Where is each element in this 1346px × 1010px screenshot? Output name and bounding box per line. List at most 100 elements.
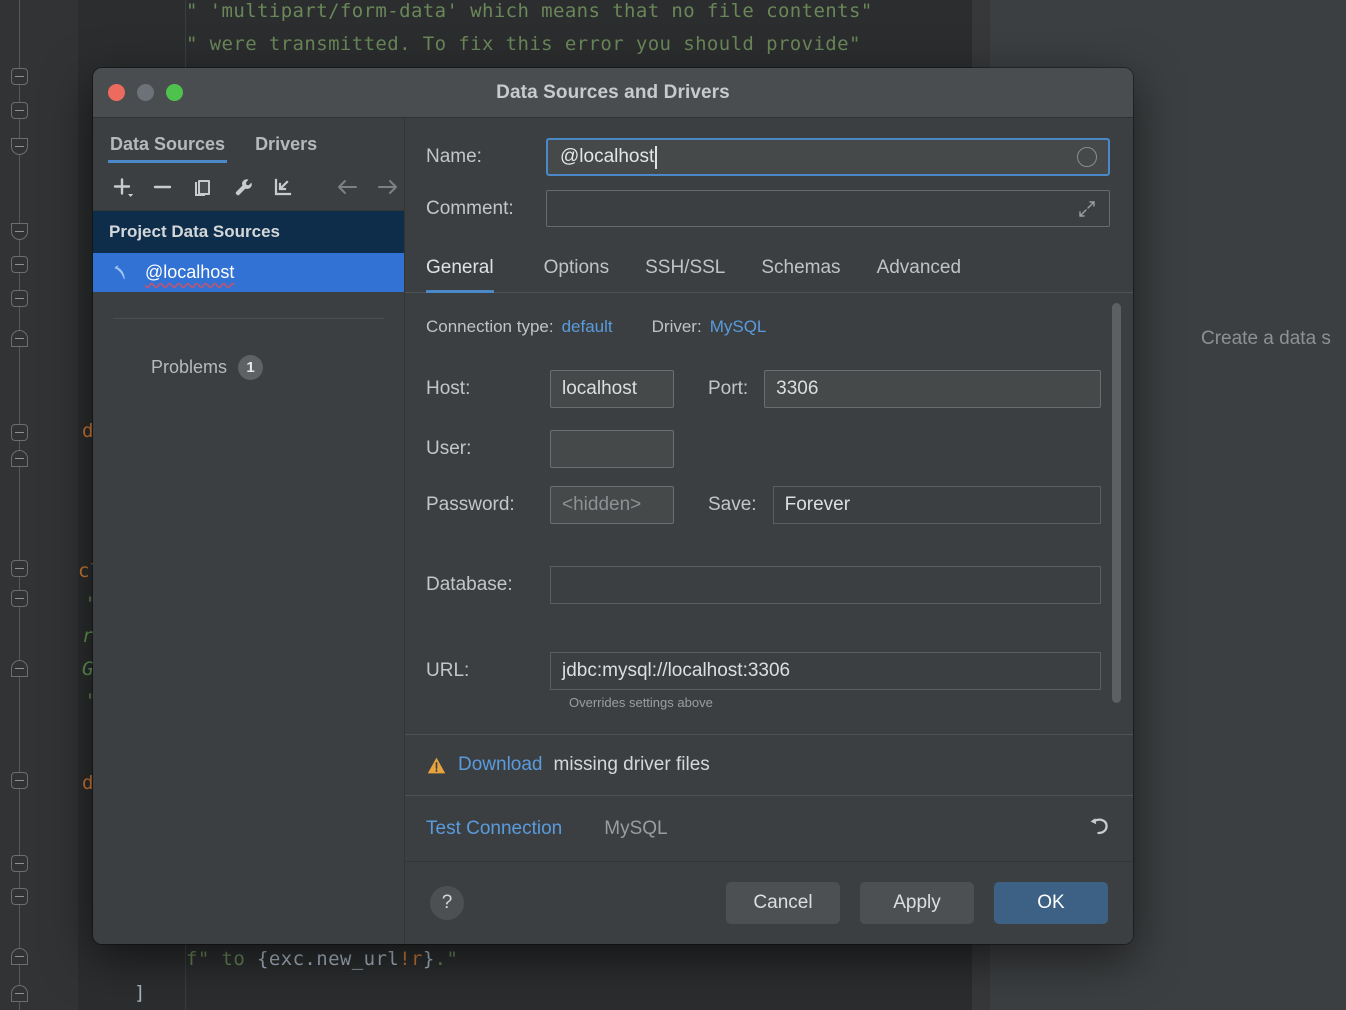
code-fold-marker[interactable]	[11, 560, 28, 577]
host-input[interactable]: localhost	[550, 370, 674, 408]
name-input[interactable]: @localhost	[546, 138, 1110, 176]
data-sources-dialog[interactable]: Data Sources and Drivers Data Sources Dr…	[93, 68, 1133, 944]
database-input[interactable]	[550, 566, 1101, 604]
mysql-dolphin-icon	[114, 265, 125, 280]
tab-options[interactable]: Options	[526, 251, 627, 292]
tab-data-sources[interactable]: Data Sources	[107, 134, 228, 163]
save-select[interactable]: Forever	[772, 486, 1101, 524]
user-label: User:	[426, 438, 472, 459]
code-fold-marker[interactable]	[11, 660, 28, 677]
tab-drivers[interactable]: Drivers	[255, 134, 317, 163]
ok-button[interactable]: OK	[994, 882, 1108, 924]
connection-type-value[interactable]: default	[562, 317, 613, 337]
editor-gutter[interactable]	[0, 0, 79, 1010]
code-fold-marker[interactable]	[11, 138, 28, 155]
close-button[interactable]	[108, 84, 125, 101]
download-link[interactable]: Download	[458, 754, 543, 776]
name-input-value: @localhost	[560, 146, 655, 167]
properties-button[interactable]	[227, 171, 258, 203]
window-controls	[108, 84, 183, 101]
comment-label: Comment:	[426, 197, 514, 219]
zoom-button[interactable]	[166, 84, 183, 101]
driver-warning-bar: Download missing driver files	[405, 735, 1133, 796]
code-token: f" to	[186, 948, 258, 970]
tab-advanced[interactable]: Advanced	[859, 251, 980, 292]
code-token: " 'multipart/form-data' which means that…	[186, 0, 873, 22]
sidebar-item-localhost[interactable]: @localhost	[93, 253, 404, 292]
url-row: URL: jdbc:mysql://localhost:3306	[426, 652, 1133, 690]
connection-type-row: Connection type: default Driver: MySQL	[426, 317, 1133, 337]
general-tab-panel: Connection type: default Driver: MySQL H…	[405, 293, 1133, 735]
url-hint: Overrides settings above	[569, 695, 713, 710]
driver-value[interactable]: MySQL	[710, 317, 767, 337]
duplicate-button[interactable]	[187, 171, 218, 203]
problems-row[interactable]: Problems 1	[93, 319, 404, 380]
status-circle-icon[interactable]	[1077, 147, 1097, 167]
tab-schemas[interactable]: Schemas	[743, 251, 858, 292]
code-fold-marker[interactable]	[11, 330, 28, 347]
code-fold-marker[interactable]	[11, 290, 28, 307]
password-save-row: Password: <hidden> Save: Forever	[426, 486, 1133, 524]
code-fold-marker[interactable]	[11, 985, 28, 1002]
warning-triangle-icon	[427, 757, 446, 773]
sidebar-tabs: Data Sources Drivers	[93, 118, 404, 163]
sidebar-empty-space	[93, 380, 404, 944]
dialog-titlebar[interactable]: Data Sources and Drivers	[93, 68, 1133, 118]
code-token: " were transmitted. To fix this error yo…	[186, 33, 861, 55]
warning-text: missing driver files	[553, 754, 710, 775]
password-label: Password:	[426, 494, 515, 515]
code-token: {	[257, 948, 269, 970]
name-field-row: Name: @localhost	[426, 138, 1110, 176]
help-button[interactable]: ?	[430, 886, 464, 920]
driver-label: Driver:	[651, 317, 702, 336]
minimize-button[interactable]	[137, 84, 154, 101]
user-row: User:	[426, 430, 1133, 468]
code-token: ]	[134, 982, 146, 1004]
code-fold-marker[interactable]	[11, 948, 28, 965]
code-fold-marker[interactable]	[11, 888, 28, 905]
back-button[interactable]	[333, 171, 364, 203]
add-button[interactable]	[107, 171, 138, 203]
revert-button[interactable]	[1086, 813, 1112, 844]
code-fold-marker[interactable]	[11, 855, 28, 872]
port-input[interactable]: 3306	[764, 370, 1101, 408]
code-fold-marker[interactable]	[11, 102, 28, 119]
comment-input[interactable]	[546, 190, 1110, 227]
import-button[interactable]	[268, 171, 299, 203]
code-fold-marker[interactable]	[11, 223, 28, 240]
connection-type-label: Connection type:	[426, 317, 554, 336]
vertical-scrollbar[interactable]	[1112, 303, 1121, 703]
test-connection-bar: Test Connection MySQL	[405, 796, 1133, 862]
remove-button[interactable]	[147, 171, 178, 203]
forward-button[interactable]	[373, 171, 404, 203]
copy-icon	[194, 179, 210, 196]
dialog-footer: ? Cancel Apply OK	[405, 862, 1133, 944]
code-fold-marker[interactable]	[11, 590, 28, 607]
cancel-button[interactable]: Cancel	[726, 882, 840, 924]
code-fold-marker[interactable]	[11, 68, 28, 85]
database-label: Database:	[426, 574, 513, 595]
revert-arrow-icon	[1090, 818, 1108, 835]
url-input[interactable]: jdbc:mysql://localhost:3306	[550, 652, 1101, 690]
dialog-body: Data Sources Drivers Project Data Source…	[93, 118, 1133, 944]
tab-general[interactable]: General	[426, 251, 512, 293]
tab-ssh-ssl[interactable]: SSH/SSL	[627, 251, 743, 292]
top-fields: Name: @localhost Comment:	[405, 118, 1133, 241]
apply-button[interactable]: Apply	[860, 882, 974, 924]
form-tabs: General Options SSH/SSL Schemas Advanced	[405, 241, 1133, 293]
project-data-sources-header[interactable]: Project Data Sources	[93, 211, 404, 253]
code-fold-marker[interactable]	[11, 424, 28, 441]
code-token: ."	[434, 948, 459, 970]
dialog-content: Name: @localhost Comment: General Option…	[405, 118, 1133, 944]
test-connection-link[interactable]: Test Connection	[426, 818, 562, 840]
sidebar-item-label: @localhost	[145, 262, 235, 282]
code-fold-marker[interactable]	[11, 450, 28, 467]
code-line: f" to {exc.new_url!r}."	[186, 948, 458, 970]
user-input[interactable]	[550, 430, 674, 468]
code-fold-marker[interactable]	[11, 256, 28, 273]
code-line: " 'multipart/form-data' which means that…	[186, 0, 873, 22]
password-input[interactable]: <hidden>	[550, 486, 674, 524]
code-fold-marker[interactable]	[11, 772, 28, 789]
problems-label: Problems	[151, 357, 228, 377]
expand-icon[interactable]	[1077, 199, 1097, 219]
